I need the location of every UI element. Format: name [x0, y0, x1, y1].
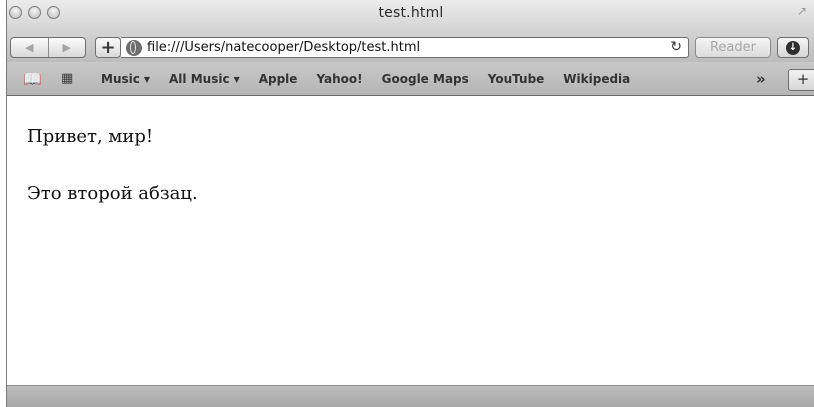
open-book-icon[interactable]: 📖: [23, 70, 42, 88]
toolbar: ◀ ▶ + file:///Users/natecooper/Desktop/t…: [7, 33, 814, 62]
bookmark-item[interactable]: Wikipedia: [563, 72, 630, 86]
bookmark-item[interactable]: Music ▼: [101, 72, 150, 86]
paragraph: Привет, мир!: [27, 126, 154, 147]
bookmark-label: Music: [101, 72, 140, 86]
back-button[interactable]: ◀: [11, 38, 48, 57]
status-bar: [7, 385, 814, 407]
new-tab-button[interactable]: +: [788, 69, 814, 91]
bookmarks-bar: 📖 ▦ Music ▼ All Music ▼ Apple Yahoo! Google Ma…: [7, 62, 814, 96]
back-forward-control: ◀ ▶: [10, 37, 86, 58]
browser-window: test.html ↗ ◀ ▶ + file:///Users/natecoop…: [6, 0, 814, 407]
top-sites-grid-icon[interactable]: ▦: [61, 71, 73, 86]
bookmark-item[interactable]: Yahoo!: [316, 72, 362, 86]
fullscreen-icon[interactable]: ↗: [797, 4, 813, 20]
reload-icon[interactable]: ↻: [670, 39, 682, 55]
reader-button[interactable]: Reader: [695, 37, 771, 58]
download-arrow-icon: ↓: [786, 40, 800, 55]
url-text[interactable]: file:///Users/natecooper/Desktop/test.ht…: [147, 40, 420, 55]
bookmark-label: Apple: [258, 72, 298, 86]
bookmark-label: YouTube: [487, 72, 545, 86]
bookmark-item[interactable]: Google Maps: [382, 72, 469, 86]
address-bar[interactable]: file:///Users/natecooper/Desktop/test.ht…: [121, 37, 689, 58]
bookmark-label: Yahoo!: [316, 72, 363, 86]
chevron-down-icon: ▼: [143, 75, 151, 84]
window-title: test.html: [378, 5, 444, 21]
forward-button[interactable]: ▶: [47, 38, 86, 57]
chevron-down-icon: ▼: [233, 75, 240, 84]
bookmark-label: Google Maps: [381, 72, 469, 86]
downloads-button[interactable]: ↓: [777, 37, 809, 58]
globe-icon: [126, 39, 142, 56]
bookmark-item[interactable]: YouTube: [488, 72, 545, 86]
title-bar: test.html ↗: [7, 0, 814, 33]
bookmark-label: All Music: [169, 72, 230, 86]
bookmark-item[interactable]: All Music ▼: [169, 72, 240, 86]
bookmark-items: Music ▼ All Music ▼ Apple Yahoo! Google Maps Yo…: [101, 72, 630, 86]
page-content: Привет, мир! Это второй абзац.: [7, 96, 814, 385]
forward-arrow-icon: ▶: [62, 41, 71, 54]
bookmark-item[interactable]: Apple: [259, 72, 298, 86]
back-arrow-icon: ◀: [25, 41, 34, 54]
bookmark-label: Wikipedia: [563, 72, 631, 86]
bookmarks-overflow-icon[interactable]: »: [756, 70, 766, 88]
add-bookmark-button[interactable]: +: [95, 37, 121, 58]
paragraph: Это второй абзац.: [27, 183, 198, 204]
